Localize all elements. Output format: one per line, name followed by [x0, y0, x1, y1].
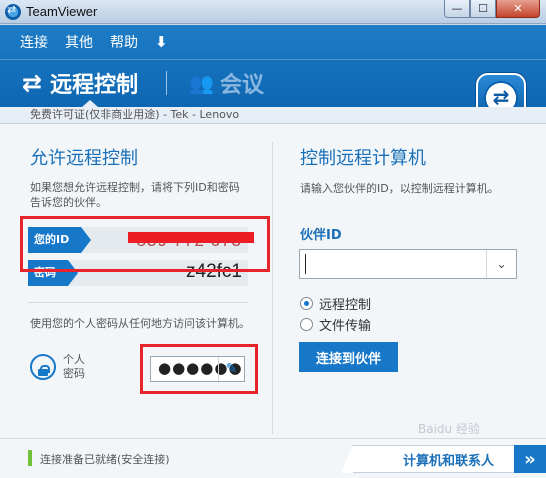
tab-meeting[interactable]: 👥 会议	[189, 67, 264, 99]
lock-icon	[30, 354, 56, 380]
app-header: 连接 其他 帮助 ⬇ ⇄ 远程控制 👥 会议 ⇄	[0, 25, 546, 123]
main-tabs: ⇄ 远程控制 👥 会议	[22, 67, 264, 99]
tab-remote-control[interactable]: ⇄ 远程控制	[22, 67, 138, 99]
window-title: TeamViewer	[26, 4, 98, 19]
tab-divider	[166, 71, 168, 95]
close-button[interactable]: ✕	[496, 0, 540, 18]
menu-other[interactable]: 其他	[65, 32, 93, 52]
tab-meeting-label: 会议	[220, 73, 265, 98]
tab-remote-control-label: 远程控制	[50, 73, 139, 98]
status-text: 连接准备已就绪(安全连接)	[40, 453, 170, 466]
menu-help[interactable]: 帮助	[110, 32, 138, 52]
expand-arrow-icon[interactable]: »	[514, 445, 546, 473]
partner-id-input[interactable]: ⌄	[299, 249, 517, 279]
window-titlebar: TeamViewer — ☐ ✕	[0, 0, 546, 24]
radio-remote-control-label: 远程控制	[319, 298, 372, 313]
password-highlight-box	[140, 344, 258, 394]
download-icon[interactable]: ⬇	[155, 33, 168, 51]
header-divider	[0, 59, 546, 60]
computers-contacts-label: 计算机和联系人	[402, 453, 494, 469]
connect-to-partner-button[interactable]: 连接到伙伴	[299, 342, 398, 372]
menu-connect[interactable]: 连接	[20, 32, 48, 52]
radio-remote-control[interactable]: 远程控制	[300, 294, 371, 313]
maximize-button[interactable]: ☐	[470, 0, 496, 18]
remote-arrows-icon: ⇄	[22, 69, 43, 97]
radio-file-transfer[interactable]: 文件传输	[300, 315, 371, 334]
control-remote-description: 请输入您伙伴的ID，以控制远程计算机。	[300, 182, 499, 195]
chevron-down-icon[interactable]: ⌄	[486, 250, 516, 278]
id-highlight-box	[20, 216, 270, 272]
people-icon: 👥	[189, 71, 215, 95]
active-tab-caret	[82, 100, 98, 107]
menu-bar: 连接 其他 帮助 ⬇	[0, 25, 185, 59]
watermark: Baidu 经验	[418, 422, 480, 436]
left-separator	[28, 302, 248, 303]
main-content: 允许远程控制 如果您想允许远程控制，请将下列ID和密码告诉您的伙伴。 您的ID …	[0, 124, 546, 438]
status-indicator	[28, 450, 32, 466]
window-controls: — ☐ ✕	[444, 0, 540, 18]
text-caret	[305, 254, 306, 274]
status-footer: 连接准备已就绪(安全连接) 计算机和联系人 »	[0, 438, 546, 478]
partner-id-label: 伙伴ID	[300, 228, 342, 243]
allow-remote-heading: 允许远程控制	[30, 148, 138, 169]
radio-file-transfer-dot[interactable]	[300, 318, 313, 331]
personal-password-label: 个人 密码	[63, 353, 85, 380]
license-text: 免费许可证(仅非商业用途) - Tek - Lenovo	[0, 107, 546, 124]
column-divider	[272, 142, 273, 434]
computers-contacts-button[interactable]: 计算机和联系人	[341, 445, 514, 473]
personal-password-description: 使用您的个人密码从任何地方访问该计算机。	[30, 317, 250, 330]
minimize-button[interactable]: —	[444, 0, 470, 18]
control-remote-heading: 控制远程计算机	[300, 148, 426, 169]
allow-remote-description: 如果您想允许远程控制，请将下列ID和密码告诉您的伙伴。	[30, 181, 240, 209]
teamviewer-app-icon	[5, 3, 21, 20]
radio-file-transfer-label: 文件传输	[319, 319, 372, 334]
radio-remote-control-dot[interactable]	[300, 297, 313, 310]
